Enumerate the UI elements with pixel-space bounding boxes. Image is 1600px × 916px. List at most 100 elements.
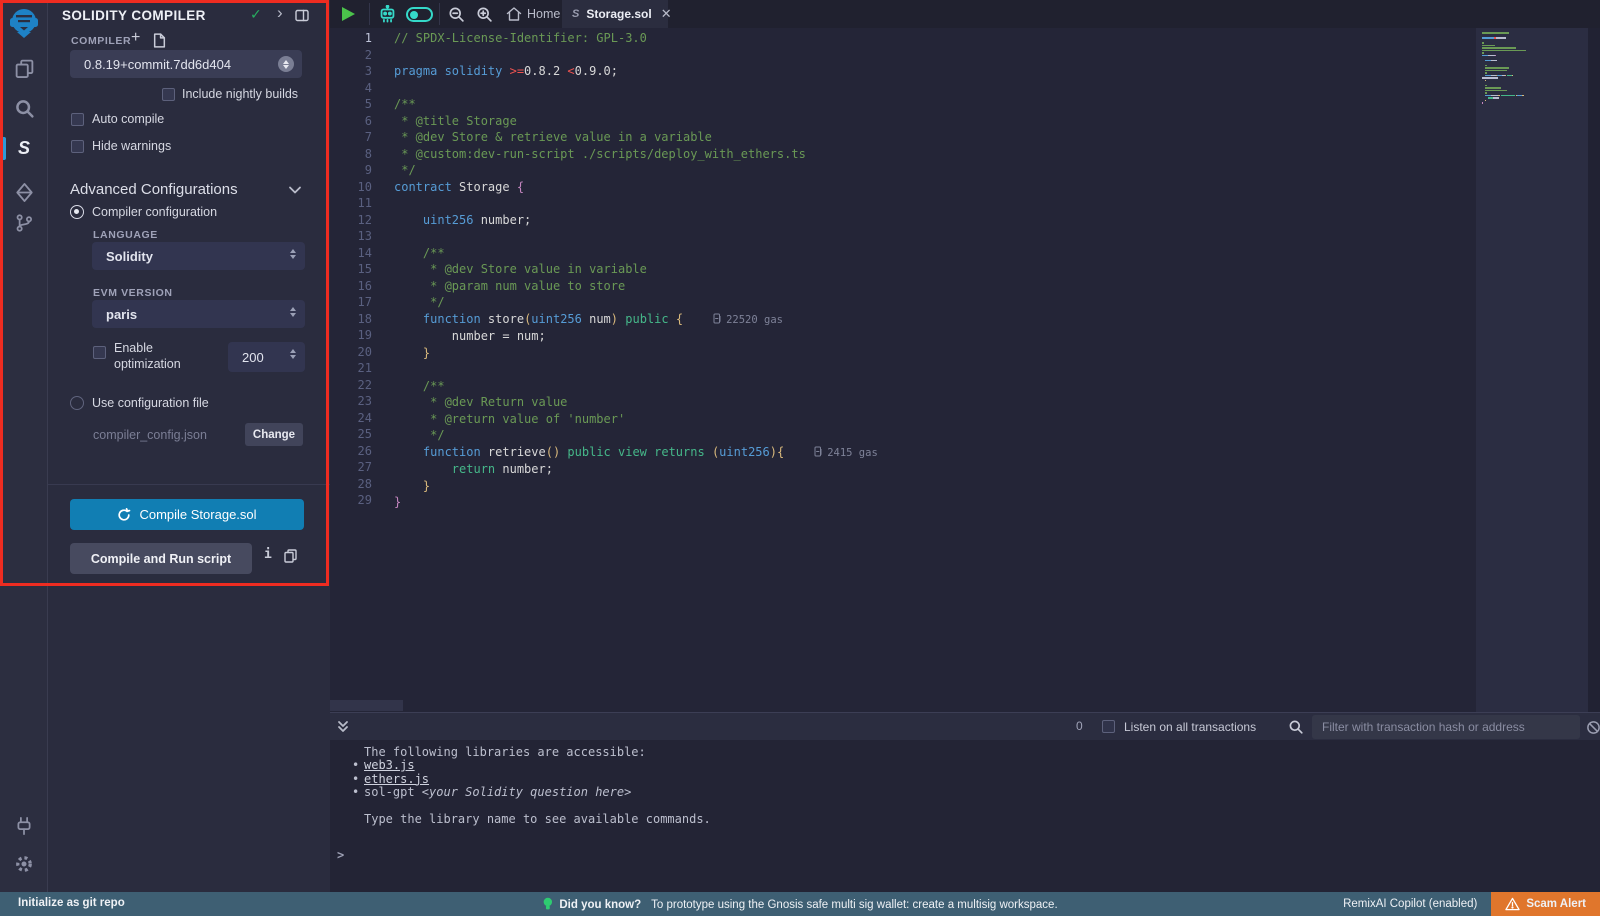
terminal-search-icon[interactable] [1288,719,1304,740]
auto-compile-checkbox[interactable] [71,113,84,126]
compiler-configuration-radio[interactable] [70,205,84,219]
transaction-count-badge: 0 [1076,719,1083,733]
code-line[interactable]: * @custom:dev-run-script ./scripts/deplo… [394,146,878,163]
code-line[interactable]: return number; [394,461,878,478]
code-line[interactable]: * @title Storage [394,113,878,130]
file-explorer-icon[interactable] [0,58,48,79]
terminal-line: Type the library name to see available c… [330,813,1600,826]
chevron-down-icon[interactable] [288,184,302,198]
use-configuration-file-label: Use configuration file [92,396,209,410]
run-script-icon[interactable] [342,7,355,21]
tip-title: Did you know? [559,899,641,911]
copilot-status[interactable]: RemixAI Copilot (enabled) [1343,898,1477,910]
code-line[interactable]: */ [394,162,878,179]
code-line[interactable]: pragma solidity >=0.8.2 <0.9.0; [394,63,878,80]
use-configuration-file-radio[interactable] [70,396,84,410]
git-init-status[interactable]: Initialize as git repo [18,897,125,909]
terminal-link[interactable]: ethers.js [364,772,429,786]
hide-warnings-checkbox[interactable] [71,140,84,153]
terminal-line: •web3.js [330,759,1600,772]
split-view-icon[interactable] [295,9,309,25]
editor-minimap[interactable] [1476,28,1588,712]
compile-button-label: Compile Storage.sol [139,507,256,522]
transaction-filter-input[interactable] [1312,715,1580,739]
compile-button[interactable]: Compile Storage.sol [70,499,304,530]
include-nightly-checkbox[interactable] [162,88,175,101]
code-line[interactable]: * @return value of 'number' [394,411,878,428]
code-line[interactable]: number = num; [394,328,878,345]
code-line[interactable]: } [394,494,878,511]
add-compiler-icon[interactable]: + [131,29,140,47]
code-line[interactable]: */ [394,294,878,311]
active-plugin-indicator [3,137,6,160]
deploy-and-run-icon[interactable] [0,182,48,203]
collapse-terminal-icon[interactable] [336,719,350,739]
settings-gear-icon[interactable] [0,854,48,874]
code-line[interactable]: /** [394,378,878,395]
code-line[interactable]: function retrieve() public view returns … [394,444,878,462]
code-line[interactable]: * @dev Store value in variable [394,261,878,278]
listen-transactions-checkbox[interactable] [1102,720,1115,733]
code-editor[interactable]: 1234567891011121314151617181920212223242… [330,28,1600,712]
editor-toolbar: Home S Storage.sol ✕ [330,0,1600,28]
code-line[interactable]: } [394,345,878,362]
solidity-compiler-icon[interactable]: S [0,139,48,157]
language-select[interactable]: Solidity [92,242,305,270]
line-number: 7 [330,129,372,146]
home-tab-label[interactable]: Home [527,7,560,21]
code-line[interactable]: function store(uint256 num) public {2252… [394,311,878,329]
solidity-file-icon: S [572,8,579,20]
did-you-know-tip: Did you know? To prototype using the Gno… [542,897,1057,912]
code-line[interactable]: contract Storage { [394,179,878,196]
clear-console-icon[interactable] [1586,720,1600,740]
line-number: 13 [330,228,372,245]
terminal-output[interactable]: The following libraries are accessible:•… [330,740,1600,892]
toolbar-divider [439,3,440,25]
close-tab-icon[interactable]: ✕ [661,6,672,22]
scam-alert-badge[interactable]: Scam Alert [1491,892,1600,916]
code-line[interactable]: * @dev Store & retrieve value in a varia… [394,129,878,146]
compile-and-run-button[interactable]: Compile and Run script [70,543,252,574]
home-icon[interactable] [506,6,522,27]
version-stepper-icon[interactable] [278,56,294,72]
code-line[interactable]: * @dev Return value [394,394,878,411]
code-line[interactable] [394,80,878,97]
code-line[interactable] [394,361,878,378]
code-line[interactable]: /** [394,96,878,113]
open-compiler-file-icon[interactable] [153,33,166,51]
code-line[interactable]: */ [394,427,878,444]
code-line[interactable]: // SPDX-License-Identifier: GPL-3.0 [394,30,878,47]
remixai-robot-icon[interactable] [378,5,397,29]
horizontal-scrollbar-thumb[interactable] [330,700,403,711]
code-line[interactable]: /** [394,245,878,262]
tab-storage-sol[interactable]: S Storage.sol ✕ [562,0,668,28]
code-content[interactable]: // SPDX-License-Identifier: GPL-3.0 prag… [394,30,878,511]
terminal-prompt[interactable]: > [337,848,344,862]
code-line[interactable]: uint256 number; [394,212,878,229]
terminal-link[interactable]: web3.js [364,758,415,772]
language-label: LANGUAGE [93,229,158,241]
enable-optimization-checkbox[interactable] [93,346,106,359]
plugin-manager-icon[interactable] [0,816,48,836]
code-line[interactable]: } [394,478,878,495]
code-line[interactable]: * @param num value to store [394,278,878,295]
code-line[interactable] [394,228,878,245]
line-number-gutter: 1234567891011121314151617181920212223242… [330,30,372,509]
advanced-configurations-header[interactable]: Advanced Configurations [70,181,238,198]
zoom-out-icon[interactable] [448,6,465,28]
remix-logo-icon[interactable] [0,6,48,40]
evm-version-select[interactable]: paris [92,300,305,328]
code-line[interactable] [394,47,878,64]
optimization-runs-input[interactable]: 200 [228,342,305,372]
zoom-in-icon[interactable] [476,6,493,28]
compiler-version-select[interactable]: 0.8.19+commit.7dd6d404 [70,50,302,78]
remixai-copilot-toggle[interactable] [406,7,433,22]
panel-chevron-right-icon[interactable]: › [277,3,283,23]
change-config-button[interactable]: Change [245,423,303,446]
info-icon[interactable]: i [264,547,272,562]
code-line[interactable] [394,195,878,212]
search-icon[interactable] [0,98,48,119]
icon-rail: S [0,0,48,892]
git-icon[interactable] [0,213,48,233]
copy-icon[interactable] [284,549,297,566]
